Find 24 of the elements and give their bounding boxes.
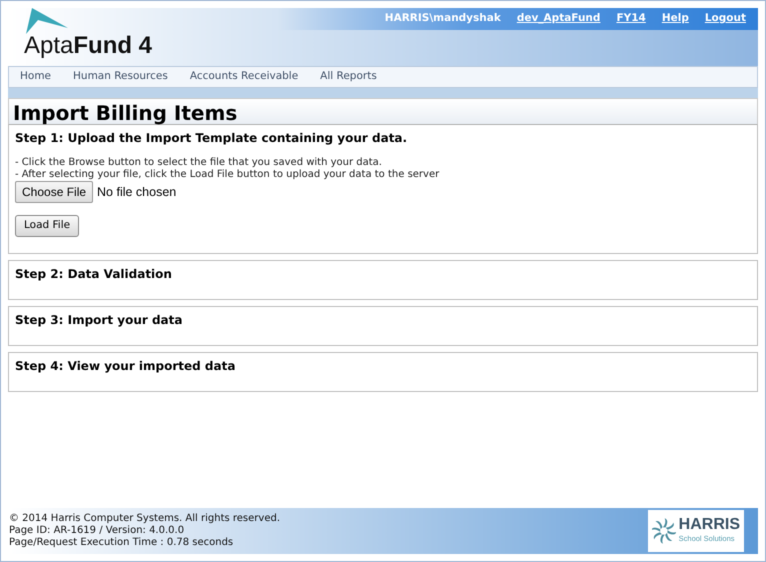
nav-link[interactable]: Home [9,69,62,85]
step-title: Step 2: Data Validation [15,267,173,282]
nav-link[interactable]: Accounts Receivable [178,69,310,85]
choose-file-button[interactable]: Choose File [15,181,94,204]
footer-text: Page/Request Execution Time : 0.78 seconds [9,537,234,549]
user-name: HARRIS\mandyshak [384,11,501,26]
instruction-text: - Click the Browse button to select the file that you saved with your data. [15,157,383,169]
step-title: Step 3: Import your data [15,313,184,328]
step-title: Step 4: View your imported data [15,359,236,374]
file-status: No file chosen [97,184,176,202]
header-link[interactable]: Help [662,11,689,27]
footer-text: © 2014 Harris Computer Systems. All rights reserved. [9,513,280,525]
nav-link[interactable]: Human Resources [62,69,179,85]
pinwheel-icon [652,516,676,546]
header-link[interactable]: Logout [704,11,746,27]
nav-link[interactable]: All Reports [309,69,388,85]
logo-name: HARRIS [678,517,740,534]
app-logo: AptaFund 4 [24,34,152,58]
step-title: Step 1: Upload the Import Template containing your data. [15,131,408,146]
header-link[interactable]: FY14 [616,11,646,27]
load-file-button[interactable]: Load File [15,215,80,238]
instruction-text: - After selecting your file, click the Load File button to upload your data to the server [15,169,440,182]
page-title: Import Billing Items [8,98,758,125]
footer-text: Page ID: AR-1619 / Version: 4.0.0.0 [9,525,186,537]
